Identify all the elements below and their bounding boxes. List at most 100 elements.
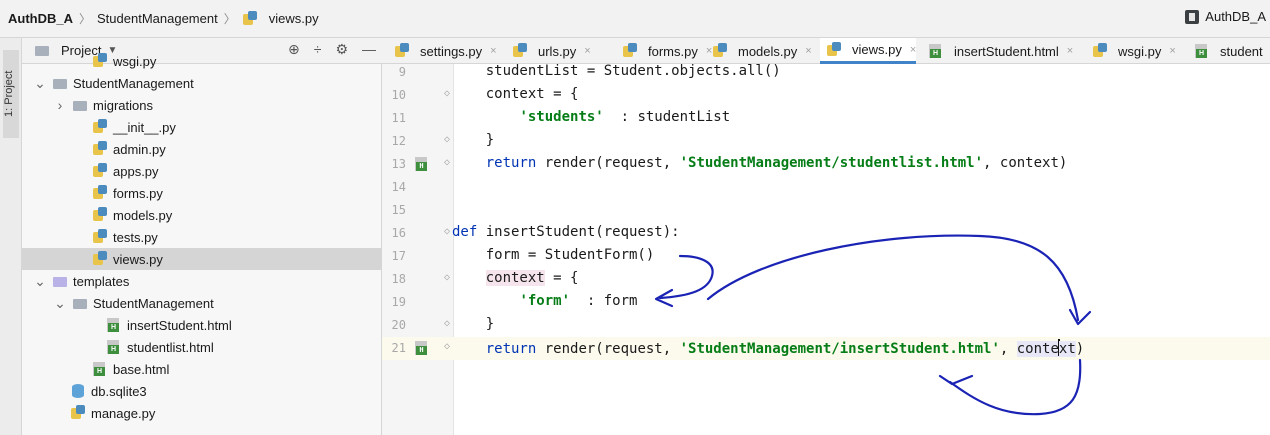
project-tree-item[interactable]: insertStudent.html xyxy=(22,314,382,336)
code-string: 'form' xyxy=(519,293,571,309)
close-icon[interactable]: × xyxy=(1067,45,1073,57)
code-line[interactable]: 11 'students' : studentList xyxy=(382,107,1270,130)
code-line[interactable]: 21◇ return render(request, 'StudentManag… xyxy=(382,337,1270,360)
project-tree-item-label: insertStudent.html xyxy=(127,317,232,333)
project-tree-item[interactable]: forms.py xyxy=(22,182,382,204)
code-token: insertStudent(request): xyxy=(477,224,680,240)
close-icon[interactable]: × xyxy=(1169,45,1175,57)
chevron-down-icon[interactable]: ⌄ xyxy=(34,273,46,290)
chevron-down-icon[interactable]: ⌄ xyxy=(34,75,46,92)
line-number: 10 xyxy=(391,88,406,102)
code-line[interactable]: 14 xyxy=(382,176,1270,199)
html-file-icon xyxy=(1194,43,1210,59)
python-file-icon xyxy=(92,251,108,267)
code-editor[interactable]: 9 studentList = Student.objects.all() 10 ◇… xyxy=(382,61,1270,435)
project-tree-item[interactable]: ⌄ templates xyxy=(22,270,382,292)
python-file-icon xyxy=(394,43,410,59)
code-line[interactable]: 12 ◇ } xyxy=(382,130,1270,153)
code-text: } xyxy=(452,316,494,332)
project-tree-item[interactable]: studentlist.html xyxy=(22,336,382,358)
run-config-selector[interactable]: AuthDB_A xyxy=(1185,9,1270,24)
close-icon[interactable]: × xyxy=(805,45,811,57)
chevron-right-icon: 〉 xyxy=(79,12,92,26)
project-tree-item[interactable]: › migrations xyxy=(22,94,382,116)
python-file-icon xyxy=(92,141,108,157)
chevron-down-icon[interactable]: ⌄ xyxy=(54,295,66,312)
project-tree-item-label: templates xyxy=(73,273,130,289)
close-icon[interactable]: × xyxy=(584,45,590,57)
project-tree-item-label: StudentManagement xyxy=(73,75,194,91)
chevron-right-icon: 〉 xyxy=(223,12,236,26)
line-number: 20 xyxy=(391,318,406,332)
code-token: studentList = Student.objects.all() xyxy=(452,63,781,79)
folder-icon xyxy=(72,295,88,311)
python-file-icon xyxy=(92,53,108,69)
project-tree-item-label: __init__.py xyxy=(113,119,176,135)
editor-tab-label: models.py xyxy=(738,43,798,59)
line-number: 17 xyxy=(391,249,406,263)
code-line[interactable]: 17 form = StudentForm() xyxy=(382,245,1270,268)
python-file-icon xyxy=(92,185,108,201)
python-file-icon xyxy=(242,10,258,27)
code-line[interactable]: 13◇ return render(request, 'StudentManag… xyxy=(382,153,1270,176)
breadcrumb-project[interactable]: AuthDB_A xyxy=(8,11,73,26)
code-line[interactable]: 9 studentList = Student.objects.all() xyxy=(382,61,1270,84)
project-tree-item[interactable]: apps.py xyxy=(22,160,382,182)
line-number: 15 xyxy=(391,203,406,217)
breadcrumb-module[interactable]: StudentManagement xyxy=(97,11,218,26)
code-token: = { xyxy=(544,270,579,286)
project-tree-item[interactable]: wsgi.py xyxy=(22,50,382,72)
code-line[interactable]: 18 ◇ context = { xyxy=(382,268,1270,291)
code-keyword: return xyxy=(485,341,537,357)
code-line[interactable]: 15 xyxy=(382,199,1270,222)
html-file-icon xyxy=(928,43,944,59)
project-tree-item[interactable]: manage.py xyxy=(22,402,382,424)
code-token: context xyxy=(485,270,545,286)
project-tree-item-label: db.sqlite3 xyxy=(91,383,147,399)
python-file-icon xyxy=(92,119,108,135)
line-number: 16 xyxy=(391,226,406,240)
project-tree-item[interactable]: base.html xyxy=(22,358,382,380)
project-tree-item[interactable]: admin.py xyxy=(22,138,382,160)
template-link-icon[interactable] xyxy=(414,340,430,356)
code-line[interactable]: 19 'form' : form xyxy=(382,291,1270,314)
html-file-icon xyxy=(106,339,122,355)
project-tree-item[interactable]: db.sqlite3 xyxy=(22,380,382,402)
chevron-right-icon[interactable]: › xyxy=(54,97,66,113)
close-icon[interactable]: × xyxy=(490,45,496,57)
project-tree-item-label: studentlist.html xyxy=(127,339,214,355)
line-number: 11 xyxy=(391,111,406,125)
python-file-icon xyxy=(826,41,842,58)
close-icon[interactable]: × xyxy=(910,44,916,56)
project-tree-item-label: views.py xyxy=(113,251,163,267)
project-tree-item[interactable]: __init__.py xyxy=(22,116,382,138)
code-line[interactable]: 20 ◇ } xyxy=(382,314,1270,337)
code-text: 'students' : studentList xyxy=(452,109,730,125)
line-number: 13 xyxy=(391,157,406,171)
code-line[interactable]: 16 ◇ def insertStudent(request): xyxy=(382,222,1270,245)
project-tool-window-button[interactable]: 1: Project xyxy=(3,50,19,138)
breadcrumb-file[interactable]: views.py xyxy=(269,11,319,26)
template-link-icon[interactable] xyxy=(414,156,430,172)
code-token: xt xyxy=(1058,341,1076,357)
project-tree-item[interactable]: tests.py xyxy=(22,226,382,248)
project-tree-item-label: tests.py xyxy=(113,229,158,245)
editor-tab-label: student xyxy=(1220,43,1263,59)
code-string: 'StudentManagement/studentlist.html' xyxy=(679,155,984,171)
code-line[interactable]: 10 ◇ context = { xyxy=(382,84,1270,107)
project-tree-item[interactable]: ⌄ StudentManagement xyxy=(22,292,382,314)
templates-folder-icon xyxy=(52,273,68,289)
code-text: def insertStudent(request): xyxy=(452,224,680,240)
project-tree-item[interactable]: views.py xyxy=(22,248,382,270)
code-text: return render(request, 'StudentManagemen… xyxy=(452,339,1084,357)
project-tree-item[interactable]: ⌄ StudentManagement xyxy=(22,72,382,94)
code-token: render(request, xyxy=(536,155,680,171)
project-tree-item[interactable]: models.py xyxy=(22,204,382,226)
line-number: 9 xyxy=(398,65,406,79)
python-file-icon xyxy=(70,405,86,421)
project-tree-item-label: models.py xyxy=(113,207,173,223)
